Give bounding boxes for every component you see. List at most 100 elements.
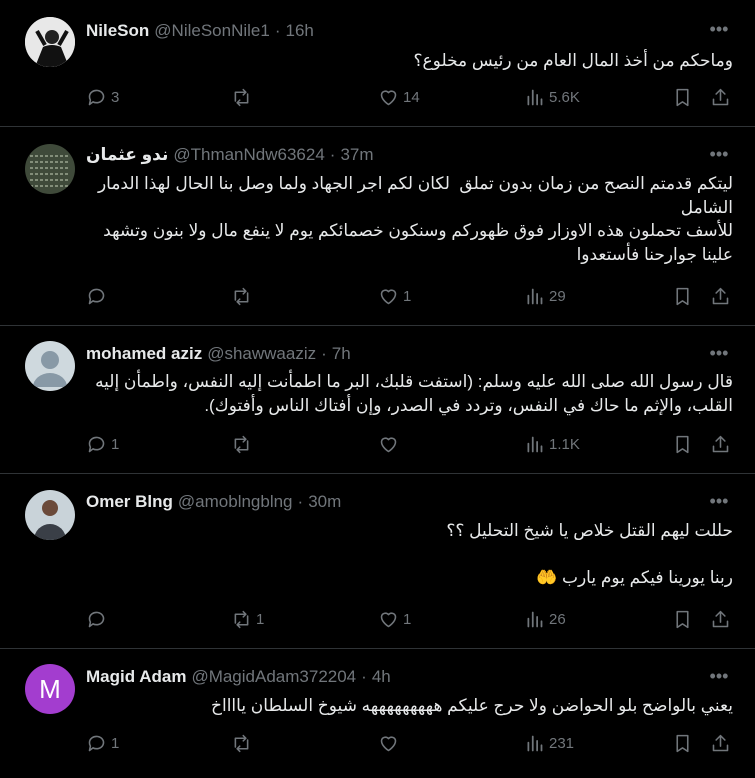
tweet-1[interactable]: NileSon @NileSonNile1 · 16h ••• وماحكم م…: [0, 0, 755, 127]
reply-button[interactable]: 1: [86, 434, 119, 455]
user-handle[interactable]: @ThmanNdw63624: [173, 145, 324, 165]
views-button[interactable]: 29: [524, 286, 566, 307]
bookmark-button[interactable]: [672, 87, 693, 108]
avatar-default[interactable]: [25, 341, 75, 391]
tweet-actions: 1 1.1K: [86, 434, 733, 458]
retweet-icon: [234, 734, 249, 753]
tweet-actions: 1 231: [86, 733, 733, 757]
tweet-actions: 3 14 5.6K: [86, 87, 733, 111]
like-button[interactable]: 14: [378, 87, 420, 108]
user-handle[interactable]: @MagidAdam372204: [191, 667, 356, 687]
avatar-image: [25, 144, 75, 194]
avatar-nileson[interactable]: [25, 17, 75, 67]
like-count: 1: [403, 611, 412, 628]
share-button[interactable]: [710, 87, 731, 108]
separator-dot: ·: [297, 492, 304, 511]
reply-button[interactable]: 3: [86, 87, 119, 108]
views-button[interactable]: 231: [524, 733, 574, 754]
reply-button[interactable]: 1: [86, 733, 119, 754]
reply-button[interactable]: [86, 609, 111, 630]
display-name[interactable]: NileSon: [86, 21, 149, 41]
bookmark-button[interactable]: [672, 609, 693, 630]
tweet-text: حللت ليهم القتل خلاص يا شيخ التحليل ؟؟ ر…: [446, 521, 733, 587]
retweet-button[interactable]: [231, 87, 256, 108]
reply-icon: [88, 611, 105, 628]
tweet-3[interactable]: mohamed aziz @shawwaaziz · 7h ••• قال رس…: [0, 326, 755, 474]
views-button[interactable]: 26: [524, 609, 566, 630]
user-handle[interactable]: @NileSonNile1: [154, 21, 270, 41]
tweet-header: ندو عثمان @ThmanNdw63624 · 37m: [86, 143, 374, 167]
views-count: 5.6K: [549, 89, 580, 106]
share-icon: [712, 287, 729, 305]
share-button[interactable]: [710, 733, 731, 754]
views-icon: [527, 735, 543, 752]
bookmark-icon: [676, 88, 689, 107]
display-name[interactable]: ندو عثمان: [86, 145, 168, 165]
retweet-button[interactable]: [231, 434, 256, 455]
retweet-button[interactable]: [231, 733, 256, 754]
separator-dot: ·: [274, 21, 281, 40]
avatar-omer[interactable]: [25, 490, 75, 540]
reply-button[interactable]: [86, 286, 111, 307]
share-button[interactable]: [710, 286, 731, 307]
more-options-icon[interactable]: •••: [708, 18, 730, 40]
views-icon: [527, 611, 543, 628]
user-handle[interactable]: @amoblngblng: [178, 492, 293, 512]
like-button[interactable]: 1: [378, 286, 411, 307]
share-icon: [712, 88, 729, 106]
tweet-header: NileSon @NileSonNile1 · 16h: [86, 19, 314, 43]
tweet-4[interactable]: Omer Blng @amoblngblng · 30m ••• حللت لي…: [0, 474, 755, 649]
user-handle[interactable]: @shawwaaziz: [207, 344, 316, 364]
reply-count: 1: [111, 436, 120, 453]
like-button[interactable]: [378, 733, 403, 754]
views-button[interactable]: 1.1K: [524, 434, 580, 455]
separator-dot: ·: [361, 667, 367, 686]
share-button[interactable]: [710, 434, 731, 455]
bookmark-icon: [676, 610, 689, 629]
bookmark-button[interactable]: [672, 286, 693, 307]
views-count: 1.1K: [549, 436, 580, 453]
more-options-icon[interactable]: •••: [708, 490, 730, 512]
tweet-2[interactable]: ندو عثمان @ThmanNdw63624 · 37m ••• ليتكم…: [0, 127, 755, 326]
separator-dot: ·: [321, 344, 327, 363]
timestamp[interactable]: 16h: [286, 21, 314, 41]
timestamp[interactable]: 4h: [372, 667, 391, 687]
display-name[interactable]: Omer Blng: [86, 492, 173, 512]
like-count: 1: [403, 288, 412, 305]
tweet-header: mohamed aziz @shawwaaziz · 7h: [86, 342, 351, 366]
timestamp[interactable]: 37m: [340, 145, 373, 165]
reply-icon: [88, 735, 105, 752]
display-name[interactable]: mohamed aziz: [86, 344, 202, 364]
avatar-magid[interactable]: M: [25, 664, 75, 714]
like-button[interactable]: 1: [378, 609, 411, 630]
display-name[interactable]: Magid Adam: [86, 667, 186, 687]
separator-dot: ·: [329, 145, 336, 164]
tweet-5[interactable]: M Magid Adam @MagidAdam372204 · 4h ••• ي…: [0, 649, 755, 778]
more-options-icon[interactable]: •••: [708, 665, 730, 687]
avatar-nado[interactable]: [25, 144, 75, 194]
tweet-text: ليتكم قدمتم النصح من زمان بدون تملق لكان…: [97, 174, 733, 264]
retweet-icon: [234, 88, 249, 107]
retweet-button[interactable]: [231, 286, 256, 307]
views-button[interactable]: 5.6K: [524, 87, 580, 108]
like-icon: [380, 612, 397, 628]
more-options-icon[interactable]: •••: [708, 342, 730, 364]
share-button[interactable]: [710, 609, 731, 630]
reply-count: 3: [111, 89, 120, 106]
retweet-button[interactable]: 1: [231, 609, 264, 630]
share-icon: [712, 610, 729, 628]
like-button[interactable]: [378, 434, 403, 455]
like-icon: [380, 736, 397, 752]
timestamp[interactable]: 30m: [308, 492, 341, 512]
views-count: 231: [549, 735, 575, 752]
reply-icon: [88, 89, 105, 106]
views-count: 26: [549, 611, 566, 628]
bookmark-button[interactable]: [672, 434, 693, 455]
bookmark-button[interactable]: [672, 733, 693, 754]
avatar-image: [25, 490, 75, 540]
retweet-icon: [234, 610, 249, 629]
more-options-icon[interactable]: •••: [708, 143, 730, 165]
timestamp[interactable]: 7h: [332, 344, 351, 364]
tweet-text: وماحكم من أخذ المال العام من رئيس مخلوع؟: [413, 51, 734, 70]
retweet-icon: [234, 435, 249, 454]
